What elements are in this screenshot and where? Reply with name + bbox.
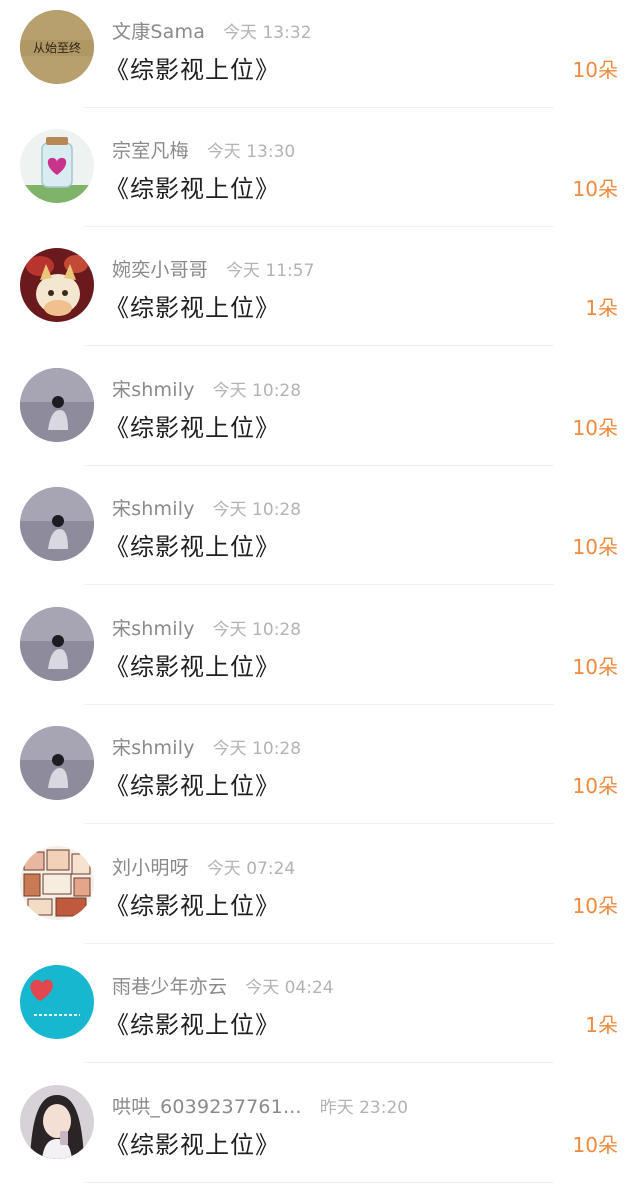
record-meta: 宗室凡梅 今天 13:30: [112, 134, 295, 164]
record-meta: 宋shmily 今天 10:28: [112, 373, 301, 403]
record-meta: 宋shmily 今天 10:28: [112, 612, 301, 642]
user-name[interactable]: 宋shmily: [112, 614, 195, 641]
record-meta: 哄哄_6039237761... 昨天 23:20: [112, 1090, 408, 1120]
flower-count: 10朵: [572, 535, 618, 559]
avatar-person-sea-icon: [20, 607, 94, 681]
divider: [84, 465, 554, 466]
list-item[interactable]: 宗室凡梅 今天 13:30 《综影视上位》 10朵: [0, 119, 640, 238]
flower-count: 1朵: [585, 296, 618, 320]
user-name[interactable]: 宋shmily: [112, 375, 195, 402]
user-name[interactable]: 刘小明呀: [112, 853, 189, 880]
divider: [84, 584, 554, 585]
user-name[interactable]: 文康Sama: [112, 17, 205, 44]
record-meta: 婉奕小哥哥 今天 11:57: [112, 253, 314, 283]
book-title: 《综影视上位》: [105, 892, 280, 920]
avatar-person-sea-icon: [20, 487, 94, 561]
user-name[interactable]: 婉奕小哥哥: [112, 255, 208, 282]
avatar-text-badge-icon: 从始至终: [20, 10, 94, 84]
flower-count: 10朵: [572, 894, 618, 918]
avatar-person-sea-icon: [20, 726, 94, 800]
divider: [84, 1062, 554, 1063]
record-meta: 雨巷少年亦云 今天 04:24: [112, 970, 334, 1000]
timestamp: 今天 10:28: [212, 380, 302, 401]
timestamp: 今天 11:57: [226, 260, 315, 281]
user-name[interactable]: 宋shmily: [112, 733, 195, 760]
book-title: 《综影视上位》: [105, 653, 280, 681]
timestamp: 今天 13:32: [223, 22, 312, 43]
avatar[interactable]: [20, 1085, 94, 1159]
record-meta: 刘小明呀 今天 07:24: [112, 851, 295, 881]
divider: [84, 704, 554, 705]
record-meta: 宋shmily 今天 10:28: [112, 492, 301, 522]
flower-count: 10朵: [572, 774, 618, 798]
user-name[interactable]: 哄哄_6039237761...: [112, 1092, 302, 1119]
list-item[interactable]: 哄哄_6039237761... 昨天 23:20 《综影视上位》 10朵: [0, 1075, 640, 1194]
timestamp: 昨天 23:20: [319, 1097, 409, 1118]
avatar[interactable]: 从始至终: [20, 10, 94, 84]
divider: [84, 107, 554, 108]
flower-count: 10朵: [572, 1133, 618, 1157]
avatar[interactable]: [20, 248, 94, 322]
divider: [84, 226, 554, 227]
user-name[interactable]: 宋shmily: [112, 494, 195, 521]
avatar-person-sea-icon: [20, 368, 94, 442]
list-item[interactable]: 雨巷少年亦云 今天 04:24 《综影视上位》 1朵: [0, 955, 640, 1074]
user-name[interactable]: 雨巷少年亦云: [112, 972, 227, 999]
divider: [84, 943, 554, 944]
flower-count: 10朵: [572, 416, 618, 440]
book-title: 《综影视上位》: [105, 414, 280, 442]
flower-count: 1朵: [585, 1013, 618, 1037]
avatar-heart-jar-icon: [20, 129, 94, 203]
flower-count: 10朵: [572, 58, 618, 82]
avatar-badge-text: 从始至终: [33, 40, 81, 55]
record-meta: 文康Sama 今天 13:32: [112, 15, 311, 45]
list-item[interactable]: 从始至终 文康Sama 今天 13:32 《综影视上位》 10朵: [0, 0, 640, 119]
book-title: 《综影视上位》: [105, 175, 280, 203]
book-title: 《综影视上位》: [105, 772, 280, 800]
list-item[interactable]: 婉奕小哥哥 今天 11:57 《综影视上位》 1朵: [0, 238, 640, 357]
timestamp: 今天 10:28: [212, 499, 302, 520]
timestamp: 今天 10:28: [212, 738, 302, 759]
timestamp: 今天 04:24: [245, 977, 334, 998]
record-meta: 宋shmily 今天 10:28: [112, 731, 301, 761]
divider: [84, 823, 554, 824]
book-title: 《综影视上位》: [105, 1131, 280, 1159]
list-item[interactable]: 宋shmily 今天 10:28 《综影视上位》 10朵: [0, 358, 640, 477]
avatar[interactable]: [20, 726, 94, 800]
list-item[interactable]: 刘小明呀 今天 07:24 《综影视上位》 10朵: [0, 836, 640, 955]
avatar[interactable]: [20, 487, 94, 561]
list-item[interactable]: 宋shmily 今天 10:28 《综影视上位》 10朵: [0, 477, 640, 596]
avatar[interactable]: [20, 368, 94, 442]
timestamp: 今天 07:24: [206, 858, 296, 879]
user-name[interactable]: 宗室凡梅: [112, 136, 189, 163]
book-title: 《综影视上位》: [105, 294, 280, 322]
list-item[interactable]: 宋shmily 今天 10:28 《综影视上位》 10朵: [0, 716, 640, 835]
flower-count: 10朵: [572, 655, 618, 679]
avatar[interactable]: [20, 965, 94, 1039]
divider: [84, 345, 554, 346]
avatar-comic-collage-icon: [20, 846, 94, 920]
book-title: 《综影视上位》: [105, 533, 280, 561]
book-title: 《综影视上位》: [105, 1011, 280, 1039]
avatar[interactable]: [20, 129, 94, 203]
avatar-girl-portrait-icon: [20, 1085, 94, 1159]
divider: [84, 1182, 554, 1183]
timestamp: 今天 10:28: [212, 619, 302, 640]
avatar-cat-icon: [20, 248, 94, 322]
avatar[interactable]: [20, 846, 94, 920]
avatar-blue-heart-icon: [20, 965, 94, 1039]
book-title: 《综影视上位》: [105, 56, 280, 84]
list-item[interactable]: 宋shmily 今天 10:28 《综影视上位》 10朵: [0, 597, 640, 716]
timestamp: 今天 13:30: [206, 141, 296, 162]
gift-record-list: 从始至终 文康Sama 今天 13:32 《综影视上位》 10朵 宗室凡梅 今天…: [0, 0, 640, 1191]
flower-count: 10朵: [572, 177, 618, 201]
avatar[interactable]: [20, 607, 94, 681]
